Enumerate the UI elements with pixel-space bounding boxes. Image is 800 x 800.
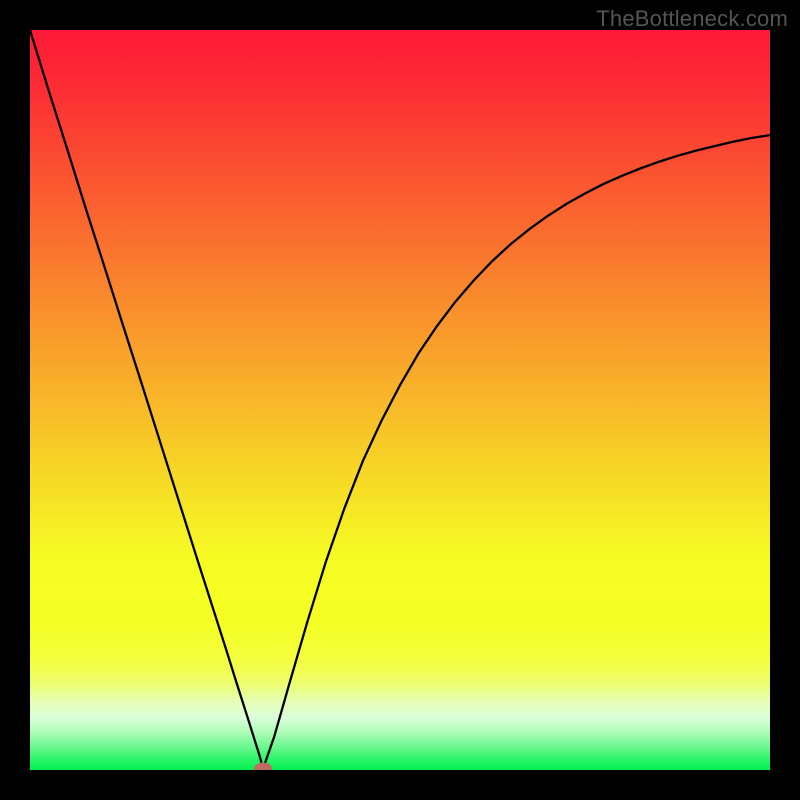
chart-frame: TheBottleneck.com	[0, 0, 800, 800]
plot-area	[30, 30, 770, 770]
gradient-background	[30, 30, 770, 770]
watermark-text: TheBottleneck.com	[596, 6, 788, 32]
plot-svg	[30, 30, 770, 770]
